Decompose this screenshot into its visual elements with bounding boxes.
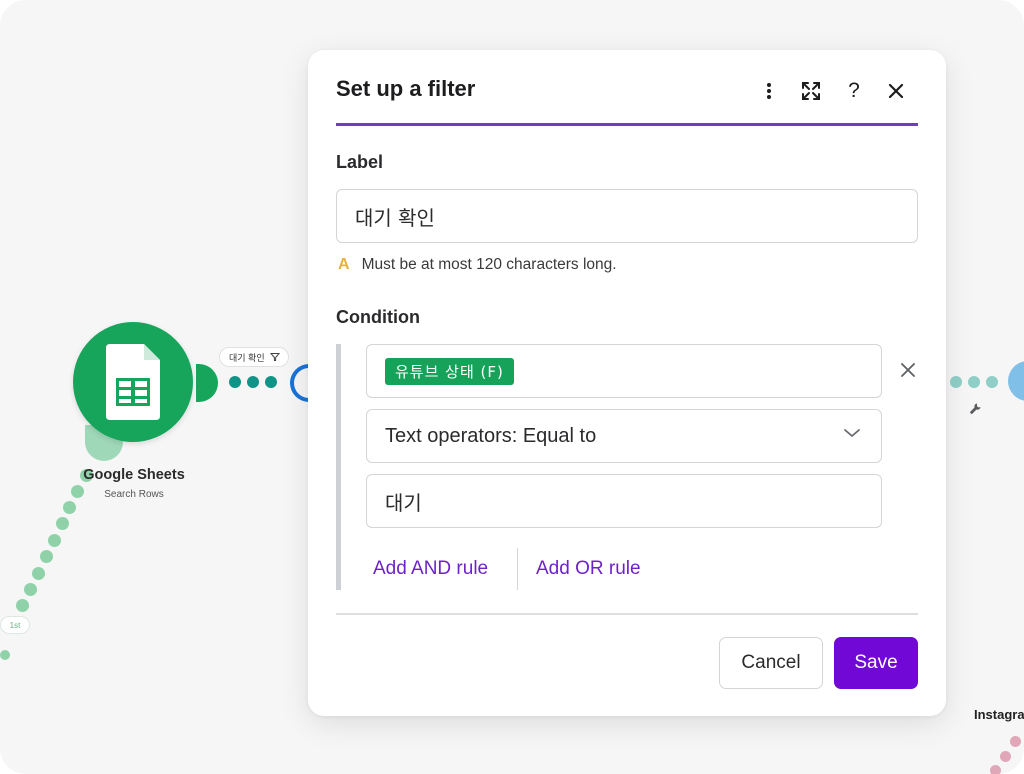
google-sheets-icon (106, 344, 160, 420)
next-module-node[interactable] (1008, 361, 1024, 401)
close-button[interactable] (883, 78, 909, 104)
warning-icon: A (338, 256, 350, 273)
help-icon: ? (848, 79, 860, 102)
operator-select[interactable]: Text operators: Equal to (366, 409, 882, 463)
close-icon (888, 83, 904, 99)
cancel-button[interactable]: Cancel (719, 637, 823, 689)
connector-dot (1000, 751, 1011, 762)
add-or-rule-button[interactable]: Add OR rule (536, 558, 641, 580)
condition-heading: Condition (336, 307, 420, 327)
connector-dot (247, 376, 259, 388)
condition-value-input[interactable]: 대기 (366, 474, 882, 528)
expand-icon (802, 82, 820, 100)
google-sheets-node[interactable] (73, 322, 193, 442)
chevron-down-icon (844, 429, 860, 438)
label-heading: Label (336, 152, 384, 172)
label-hint-text: Must be at most 120 characters long. (361, 256, 617, 273)
filter-chip-label: 대기 확인 (229, 352, 265, 363)
connector-dot (48, 534, 61, 547)
connector-dot (40, 550, 53, 563)
connector-dot (16, 599, 29, 612)
node-title: Instagra (974, 707, 1024, 722)
remove-rule-button[interactable] (896, 358, 920, 382)
connector-dot (1010, 736, 1021, 747)
node-title: Google Sheets (83, 467, 185, 483)
filter-chip[interactable]: 대기 확인 (219, 347, 289, 367)
connector-dot (950, 376, 962, 388)
title-divider (336, 123, 918, 126)
connector-dot (56, 517, 69, 530)
field-chip[interactable]: 유튜브 상태 (F) (385, 357, 514, 385)
condition-group-bar (336, 344, 341, 590)
connector-dot (229, 376, 241, 388)
expand-button[interactable] (798, 78, 824, 104)
add-and-rule-button[interactable]: Add AND rule (373, 558, 488, 580)
connector-dot (32, 567, 45, 580)
operator-value: Text operators: Equal to (385, 424, 597, 447)
footer-divider (336, 613, 918, 615)
divider (517, 548, 518, 590)
more-vertical-icon (767, 83, 771, 99)
connector-dot (24, 583, 37, 596)
condition-field-input[interactable]: 유튜브 상태 (F) (366, 344, 882, 398)
node-subtitle: Search Rows (104, 489, 164, 500)
route-order-badge: 1st (0, 616, 30, 634)
connector-dot (968, 376, 980, 388)
funnel-icon (270, 353, 280, 361)
dialog-title: Set up a filter (336, 76, 476, 101)
connector-dot (0, 650, 10, 660)
connector-dot (990, 765, 1001, 774)
label-hint: A Must be at most 120 characters long. (338, 256, 617, 274)
wrench-icon[interactable] (968, 402, 982, 416)
node-output-handle[interactable] (196, 364, 218, 402)
connector-dot (63, 501, 76, 514)
connector-dot (265, 376, 277, 388)
more-options-button[interactable] (756, 78, 782, 104)
save-button[interactable]: Save (834, 637, 918, 689)
filter-dialog: Set up a filter ? Label 대기 확인 A Must be … (308, 50, 946, 716)
help-button[interactable]: ? (841, 78, 867, 104)
label-input[interactable]: 대기 확인 (336, 189, 918, 243)
close-icon (901, 363, 915, 377)
connector-dot (986, 376, 998, 388)
